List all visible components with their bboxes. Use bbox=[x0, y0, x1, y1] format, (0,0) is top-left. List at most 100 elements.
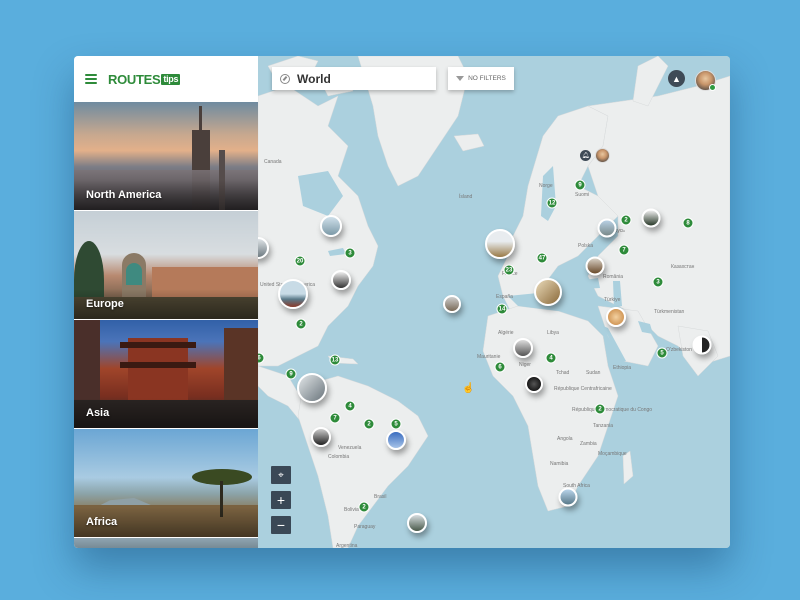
photo-marker[interactable] bbox=[606, 307, 626, 327]
map-label-tchad: Tchad bbox=[556, 370, 570, 376]
region-card-africa[interactable]: Africa bbox=[74, 429, 258, 537]
map-label-paraguay: Paraguay bbox=[354, 524, 376, 530]
cluster-marker[interactable]: 23 bbox=[503, 264, 515, 276]
map-label-polska: Polska bbox=[578, 243, 594, 249]
cluster-marker[interactable]: 7 bbox=[329, 412, 341, 424]
notifications-bell-icon[interactable]: ▲ bbox=[668, 70, 685, 87]
photo-marker[interactable] bbox=[597, 218, 617, 238]
online-status-dot bbox=[709, 84, 716, 91]
photo-marker[interactable] bbox=[331, 270, 351, 290]
map-label-turkmenistan: Türkmenistan bbox=[654, 309, 685, 315]
map-label-niger: Niger bbox=[519, 362, 531, 368]
map-label-rdc: République démocratique du Congo bbox=[572, 407, 653, 413]
user-avatar-marker[interactable] bbox=[595, 148, 610, 163]
user-avatar[interactable] bbox=[695, 70, 716, 91]
region-card-europe[interactable]: Europe bbox=[74, 211, 258, 319]
map-label-espana: España bbox=[496, 294, 513, 300]
cluster-marker[interactable]: 12 bbox=[546, 197, 558, 209]
cluster-marker[interactable]: 7 bbox=[618, 244, 630, 256]
photo-marker[interactable] bbox=[443, 295, 461, 313]
map-label-angola: Angola bbox=[557, 436, 573, 442]
map-label-canada: Canada bbox=[264, 159, 282, 165]
filters-label: NO FILTERS bbox=[468, 75, 506, 82]
cluster-marker[interactable]: 14 bbox=[496, 303, 508, 315]
map-label-suomi: Suomi bbox=[575, 192, 590, 198]
bell-icon[interactable]: 🔔︎ bbox=[580, 150, 591, 161]
photo-marker[interactable] bbox=[311, 427, 331, 447]
region-card-more[interactable] bbox=[74, 538, 258, 548]
map-label-mocambique: Moçambique bbox=[598, 451, 627, 457]
map-label-iceland: Ísland bbox=[459, 194, 473, 200]
map-label-tanzania: Tanzania bbox=[593, 423, 614, 429]
photo-marker[interactable] bbox=[485, 229, 515, 259]
crosshair-icon: ⌖ bbox=[278, 469, 284, 481]
cluster-marker[interactable]: 5 bbox=[656, 347, 668, 359]
photo-marker[interactable] bbox=[534, 278, 562, 306]
cluster-marker[interactable]: 8 bbox=[682, 217, 694, 229]
hamburger-menu-icon[interactable] bbox=[85, 74, 97, 84]
map-label-ethiopia: Ethiopia bbox=[613, 365, 632, 371]
cluster-marker[interactable]: 20 bbox=[294, 255, 306, 267]
region-card-asia[interactable]: Asia bbox=[74, 320, 258, 428]
region-label: Africa bbox=[86, 516, 118, 528]
photo-marker[interactable] bbox=[558, 487, 578, 507]
map-label-namibia: Namibia bbox=[550, 461, 569, 467]
photo-marker[interactable] bbox=[692, 335, 712, 355]
zoom-in-button[interactable]: + bbox=[271, 491, 291, 509]
world-map[interactable]: Canada United States of America Venezuel… bbox=[258, 56, 730, 548]
map-label-uzbekistan: O'zbekiston bbox=[666, 347, 692, 353]
photo-marker[interactable] bbox=[525, 375, 543, 393]
map-label-rca: République Centrafricaine bbox=[554, 386, 612, 392]
map-label-bolivia: Bolivia bbox=[344, 507, 359, 513]
region-card-north-america[interactable]: North America bbox=[74, 102, 258, 210]
cluster-marker[interactable]: 3 bbox=[344, 247, 356, 259]
photo-marker[interactable] bbox=[320, 215, 342, 237]
photo-marker[interactable] bbox=[297, 373, 327, 403]
cluster-marker[interactable]: 5 bbox=[390, 418, 402, 430]
map-label-norge: Norge bbox=[539, 183, 553, 189]
cluster-marker[interactable]: 13 bbox=[329, 354, 341, 366]
cluster-marker[interactable]: 4 bbox=[344, 400, 356, 412]
photo-marker[interactable] bbox=[585, 256, 605, 276]
map-label-algerie: Algérie bbox=[498, 330, 514, 336]
cluster-marker[interactable]: 9 bbox=[285, 368, 297, 380]
photo-marker[interactable] bbox=[641, 208, 661, 228]
photo-marker[interactable] bbox=[386, 430, 406, 450]
map-label-colombia: Colombia bbox=[328, 454, 350, 460]
cluster-marker[interactable]: 4 bbox=[545, 352, 557, 364]
region-label: Asia bbox=[86, 407, 110, 419]
photo-marker[interactable] bbox=[407, 513, 427, 533]
location-search-input[interactable]: World bbox=[272, 67, 436, 90]
region-label: North America bbox=[86, 189, 162, 201]
photo-marker[interactable] bbox=[513, 338, 533, 358]
map-label-mauritanie: Mauritanie bbox=[477, 354, 501, 360]
cluster-marker[interactable]: 3 bbox=[652, 276, 664, 288]
map-label-turkiye: Türkiye bbox=[604, 297, 621, 303]
cluster-marker[interactable]: 2 bbox=[620, 214, 632, 226]
map-label-libya: Libya bbox=[547, 330, 559, 336]
map-landmass bbox=[258, 56, 730, 548]
logo[interactable]: ROUTES tips bbox=[108, 71, 181, 87]
cluster-marker[interactable]: 2 bbox=[363, 418, 375, 430]
top-right-icons: ▲ bbox=[668, 70, 716, 91]
sidebar: ROUTES tips North America Europe Asia Af… bbox=[74, 56, 258, 548]
filter-funnel-icon bbox=[456, 76, 465, 81]
photo-marker[interactable] bbox=[278, 279, 308, 309]
cluster-marker[interactable]: 2 bbox=[358, 501, 370, 513]
map-label-sudan: Sudan bbox=[586, 370, 601, 376]
search-value: World bbox=[297, 71, 331, 86]
cluster-marker[interactable]: 2 bbox=[594, 403, 606, 415]
logo-text: ROUTES bbox=[108, 71, 161, 87]
cluster-marker[interactable]: 6 bbox=[494, 361, 506, 373]
cluster-marker[interactable]: 9 bbox=[574, 179, 586, 191]
map-label-argentina: Argentina bbox=[336, 543, 358, 548]
cluster-marker[interactable]: 47 bbox=[536, 252, 548, 264]
cluster-marker[interactable]: 2 bbox=[295, 318, 307, 330]
region-label: Europe bbox=[86, 298, 124, 310]
filters-button[interactable]: NO FILTERS bbox=[448, 67, 514, 90]
app-window: ROUTES tips North America Europe Asia Af… bbox=[74, 56, 730, 548]
locate-me-button[interactable]: ⌖ bbox=[271, 466, 291, 484]
zoom-out-button[interactable]: − bbox=[271, 516, 291, 534]
compass-icon bbox=[280, 73, 290, 84]
map-label-zambia: Zambia bbox=[580, 441, 597, 447]
